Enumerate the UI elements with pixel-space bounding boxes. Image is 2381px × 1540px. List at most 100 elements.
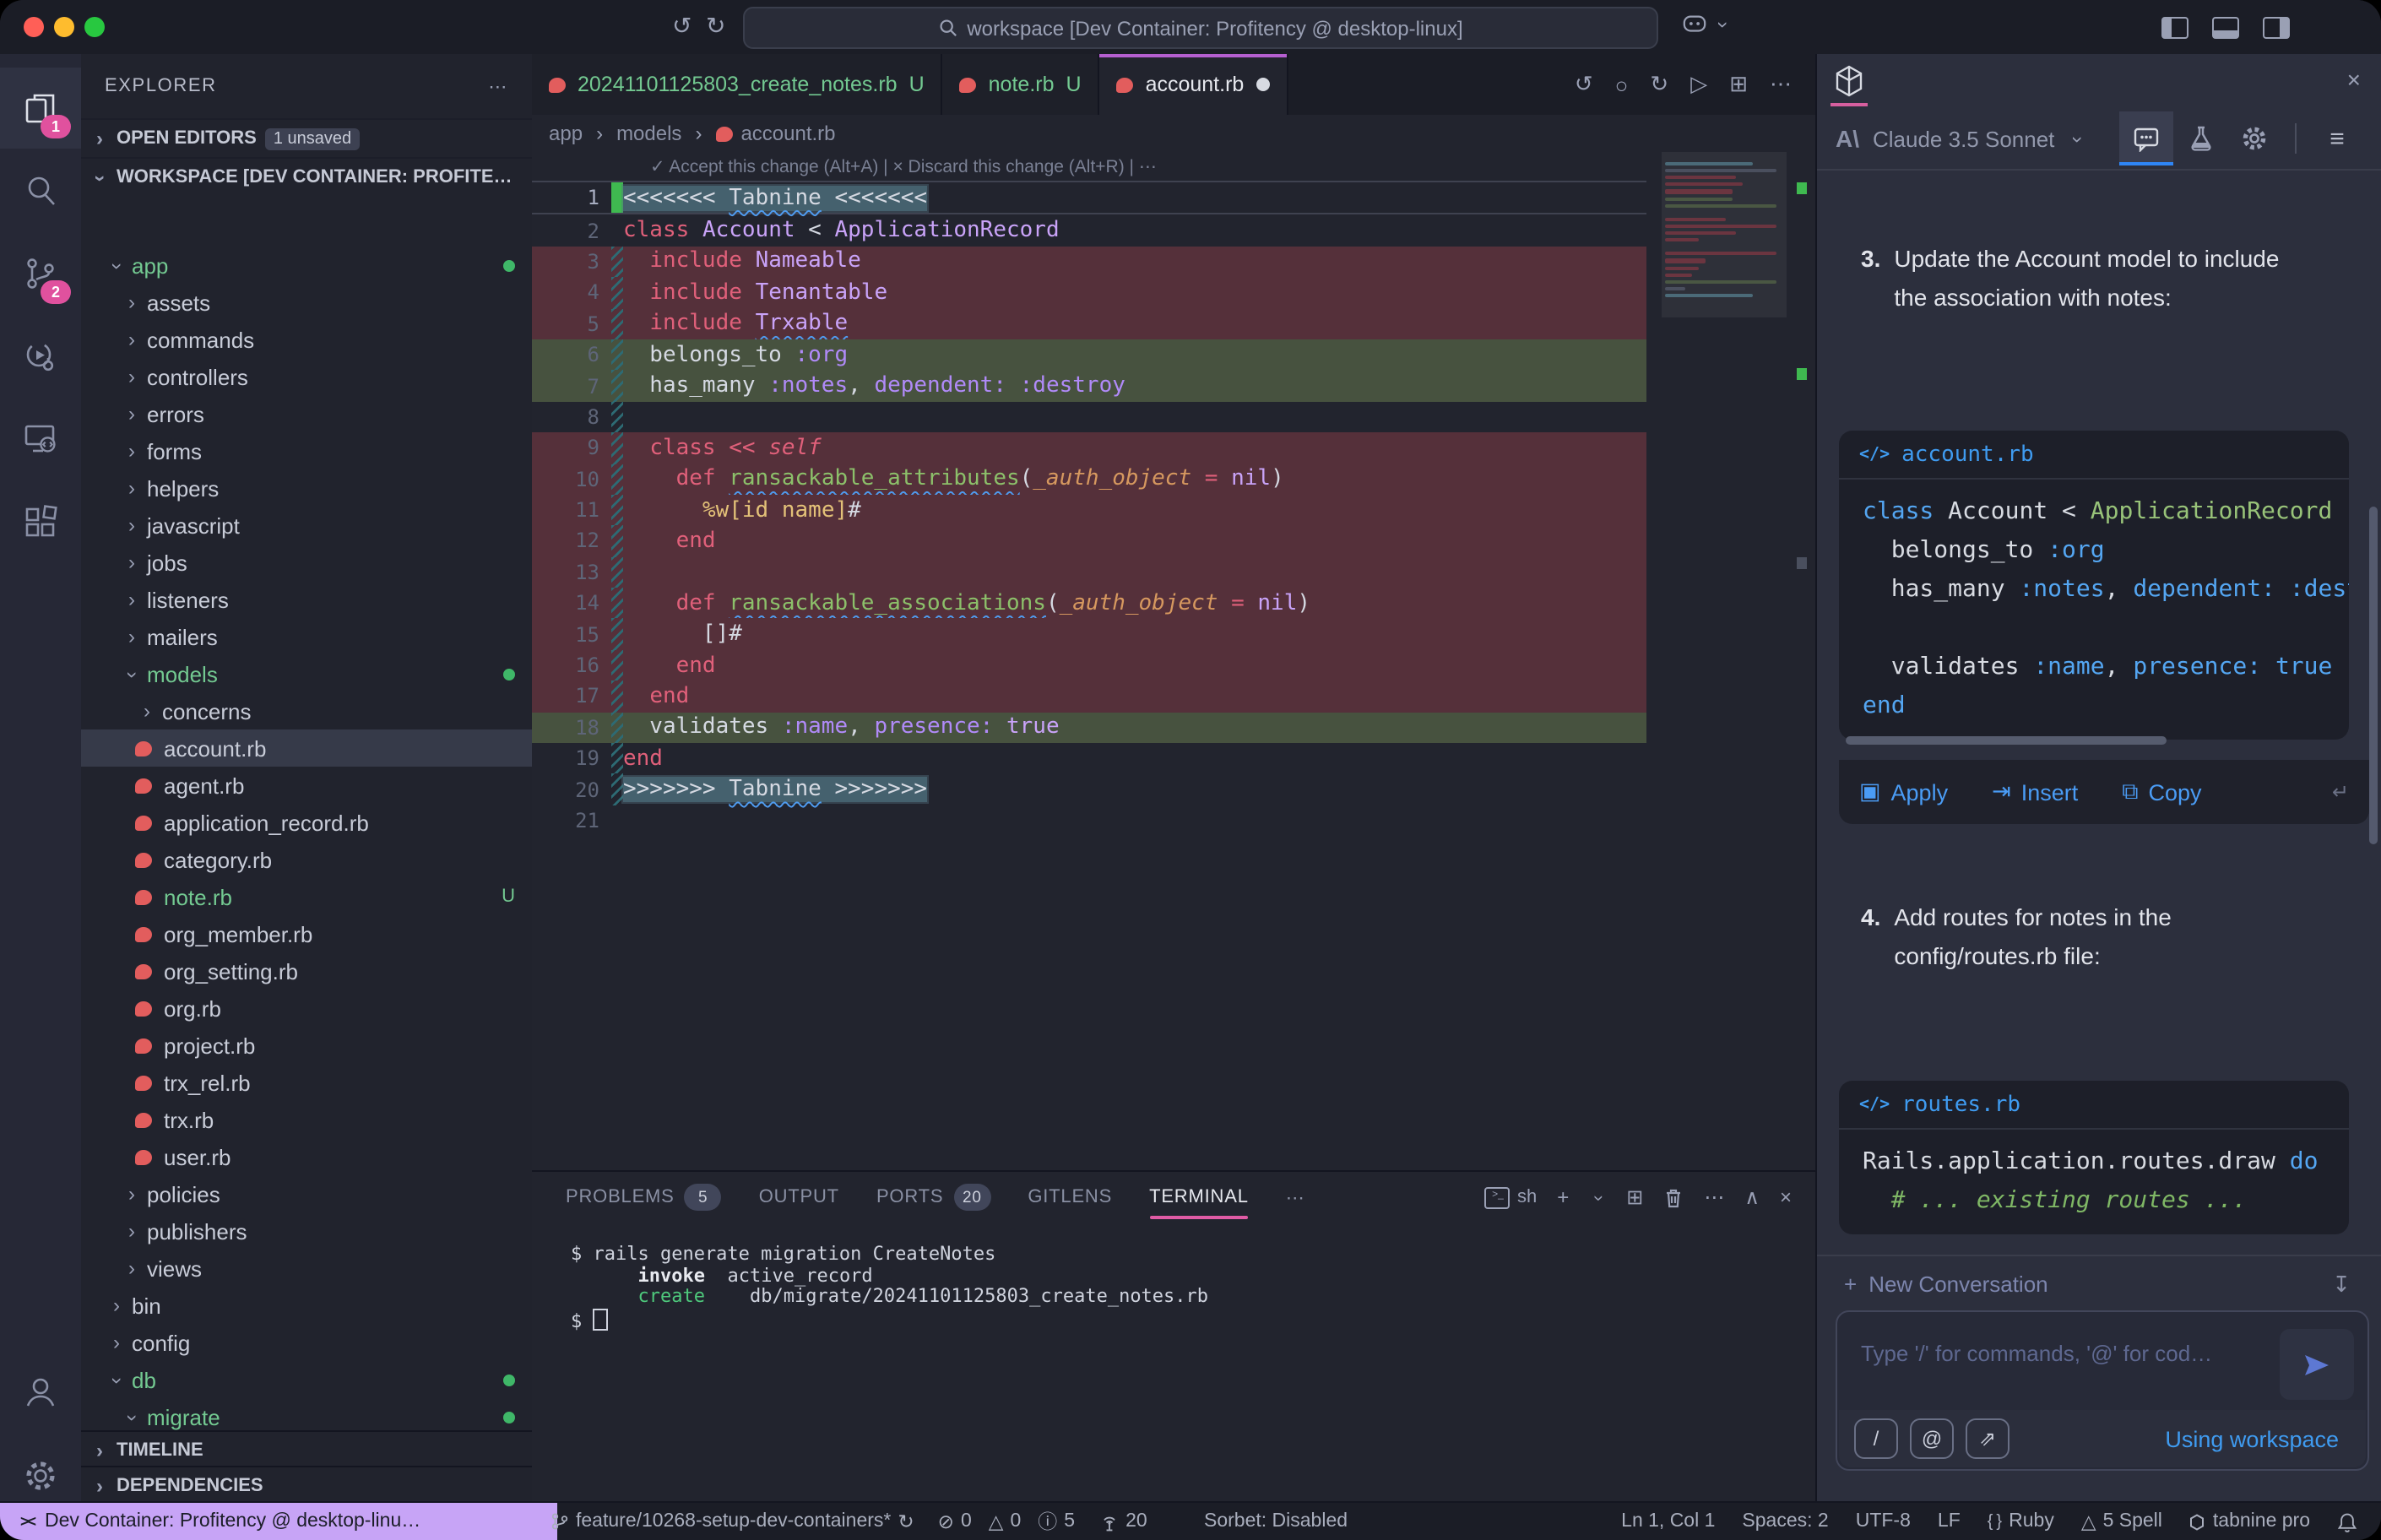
terminal-dropdown-icon[interactable]: › <box>1588 1190 1608 1207</box>
code-block-hscrollbar[interactable] <box>1846 736 2167 745</box>
activity-extensions[interactable] <box>0 481 81 562</box>
terminal-output[interactable]: $ rails generate migration CreateNotes i… <box>571 1244 1208 1332</box>
tree-item-category.rb[interactable]: category.rb <box>81 841 532 878</box>
model-selector[interactable]: A\ Claude 3.5 Sonnet › <box>1817 125 2085 152</box>
problems-item[interactable]: ⊘ 0 △ 0 ⓘ 5 <box>938 1508 1075 1535</box>
panel-more-icon[interactable]: ⋯ <box>1704 1185 1724 1209</box>
editor-more-icon[interactable]: ⋯ <box>1770 71 1792 98</box>
tree-item-user.rb[interactable]: user.rb <box>81 1138 532 1175</box>
back-references-icon[interactable]: ↺ <box>1575 71 1593 98</box>
code-line-17[interactable]: 17 end <box>532 681 1646 713</box>
panel-tabs-more-icon[interactable]: ⋯ <box>1286 1186 1305 1208</box>
remote-indicator[interactable]: >< Dev Container: Profitency @ desktop-l… <box>0 1503 557 1540</box>
tree-item-org_setting.rb[interactable]: org_setting.rb <box>81 952 532 990</box>
split-terminal-icon[interactable]: ⊞ <box>1626 1185 1643 1209</box>
tree-item-config[interactable]: ›config <box>81 1324 532 1361</box>
tree-item-agent.rb[interactable]: agent.rb <box>81 767 532 804</box>
merge-codelens[interactable]: ✓ Accept this change (Alt+A) | × Discard… <box>650 157 1157 177</box>
open-editors-section[interactable]: › OPEN EDITORS 1 unsaved <box>81 118 532 159</box>
tree-item-org.rb[interactable]: org.rb <box>81 990 532 1027</box>
copilot-menu[interactable]: › <box>1682 12 1731 35</box>
breadcrumb-file[interactable]: account.rb <box>740 122 835 145</box>
export-conversation-icon[interactable]: ↧ <box>2332 1272 2351 1299</box>
sorbet-status[interactable]: Sorbet: Disabled <box>1204 1511 1348 1532</box>
chat-scrollbar[interactable] <box>2369 507 2378 844</box>
code-line-7[interactable]: 7 has_many :notes, dependent: :destroy <box>532 371 1646 402</box>
eol-sequence[interactable]: LF <box>1938 1511 1961 1532</box>
minimap[interactable] <box>1662 152 1787 827</box>
activity-search[interactable] <box>0 150 81 231</box>
activity-remote-explorer[interactable] <box>0 399 81 480</box>
tree-item-helpers[interactable]: ›helpers <box>81 469 532 507</box>
insert-button[interactable]: ⇥ Insert <box>1992 778 2078 805</box>
tree-item-application_record.rb[interactable]: application_record.rb <box>81 804 532 841</box>
code-line-8[interactable]: 8 <box>532 401 1646 432</box>
code-block-content[interactable]: class Account < ApplicationRecord belong… <box>1839 480 2349 740</box>
new-conversation-button[interactable]: + New Conversation <box>1844 1272 2048 1297</box>
tabnine-logo-icon[interactable] <box>1832 64 1866 98</box>
code-line-4[interactable]: 4 include Tenantable <box>532 277 1646 308</box>
tree-item-db[interactable]: ›db <box>81 1361 532 1398</box>
workspace-section[interactable]: › WORKSPACE [DEV CONTAINER: PROFITE… <box>81 159 532 196</box>
panel-tab-gitlens[interactable]: GITLENS <box>1028 1172 1112 1223</box>
tree-item-bin[interactable]: ›bin <box>81 1287 532 1324</box>
toggle-panel-icon[interactable] <box>2212 17 2239 39</box>
panel-tab-output[interactable]: OUTPUT <box>759 1172 839 1223</box>
shell-selector[interactable]: >_ sh <box>1485 1186 1537 1208</box>
tree-item-errors[interactable]: ›errors <box>81 395 532 432</box>
dependencies-section[interactable]: › DEPENDENCIES <box>81 1466 532 1503</box>
tree-item-trx.rb[interactable]: trx.rb <box>81 1101 532 1138</box>
ports-item[interactable]: 20 <box>1098 1510 1147 1532</box>
jira-chip[interactable]: ⇗ <box>1966 1418 2009 1459</box>
tree-item-account.rb[interactable]: account.rb <box>81 729 532 767</box>
chat-menu[interactable]: ≡ <box>2310 111 2364 165</box>
code-line-11[interactable]: 11 %w[id name]# <box>532 495 1646 526</box>
code-line-18[interactable]: 18 validates :name, presence: true <box>532 712 1646 743</box>
tree-item-models[interactable]: ›models <box>81 655 532 692</box>
slash-command-chip[interactable]: / <box>1854 1418 1898 1459</box>
code-editor[interactable]: ✓ Accept this change (Alt+A) | × Discard… <box>532 152 1815 1170</box>
panel-tab-terminal[interactable]: TERMINAL <box>1149 1172 1249 1223</box>
encoding[interactable]: UTF-8 <box>1856 1511 1911 1532</box>
tree-item-listeners[interactable]: ›listeners <box>81 581 532 618</box>
tree-item-policies[interactable]: ›policies <box>81 1175 532 1212</box>
explorer-more-icon[interactable]: ⋯ <box>488 75 508 97</box>
split-editor-icon[interactable]: ⊞ <box>1729 71 1748 98</box>
modified-dot-icon[interactable] <box>1256 78 1269 91</box>
tree-item-concerns[interactable]: ›concerns <box>81 692 532 729</box>
forward-references-icon[interactable]: ↻ <box>1650 71 1668 98</box>
code-line-16[interactable]: 16 end <box>532 650 1646 681</box>
tree-item-controllers[interactable]: ›controllers <box>81 358 532 395</box>
mention-chip[interactable]: @ <box>1910 1418 1954 1459</box>
close-icon[interactable]: × <box>2347 66 2361 93</box>
run-file-icon[interactable]: ▷ <box>1690 71 1707 98</box>
code-line-14[interactable]: 14 def ransackable_associations(_auth_ob… <box>532 588 1646 619</box>
code-line-19[interactable]: 19end <box>532 743 1646 774</box>
cursor-position[interactable]: Ln 1, Col 1 <box>1621 1511 1715 1532</box>
nav-forward-icon[interactable]: ↻ <box>706 14 725 37</box>
tree-item-org_member.rb[interactable]: org_member.rb <box>81 915 532 952</box>
editor-tab-note.rb[interactable]: note.rbU <box>943 54 1100 115</box>
code-line-6[interactable]: 6 belongs_to :org <box>532 339 1646 371</box>
breadcrumb-models[interactable]: models <box>616 122 681 145</box>
timeline-section[interactable]: › TIMELINE <box>81 1430 532 1467</box>
zoom-traffic-light[interactable] <box>84 17 105 37</box>
git-branch-item[interactable]: feature/10268-setup-dev-containers* ↻ <box>551 1510 914 1533</box>
language-mode[interactable]: { } Ruby <box>1988 1511 2054 1532</box>
close-traffic-light[interactable] <box>24 17 44 37</box>
editor-tab-20241101125803_create_notes.rb[interactable]: 20241101125803_create_notes.rbU <box>532 54 943 115</box>
indentation[interactable]: Spaces: 2 <box>1742 1511 1828 1532</box>
nav-back-icon[interactable]: ↺ <box>672 14 692 37</box>
trash-icon[interactable] <box>1663 1186 1684 1208</box>
tree-item-trx_rel.rb[interactable]: trx_rel.rb <box>81 1064 532 1101</box>
spell-checker[interactable]: △ 5 Spell <box>2081 1510 2162 1533</box>
code-line-9[interactable]: 9 class << self <box>532 432 1646 464</box>
command-center[interactable]: workspace [Dev Container: Profitency @ d… <box>743 7 1658 49</box>
chat-input[interactable]: Type '/' for commands, '@' for cod… / @ … <box>1836 1310 2369 1471</box>
chat-tab[interactable] <box>2119 111 2173 165</box>
tree-item-note.rb[interactable]: note.rbU <box>81 878 532 915</box>
code-line-10[interactable]: 10 def ransackable_attributes(_auth_obje… <box>532 464 1646 495</box>
activity-source-control[interactable]: 2 <box>0 233 81 314</box>
code-line-20[interactable]: 20>>>>>>> Tabnine >>>>>>> <box>532 774 1646 805</box>
code-line-1[interactable]: 1<<<<<<< Tabnine <<<<<<< <box>532 181 1646 215</box>
